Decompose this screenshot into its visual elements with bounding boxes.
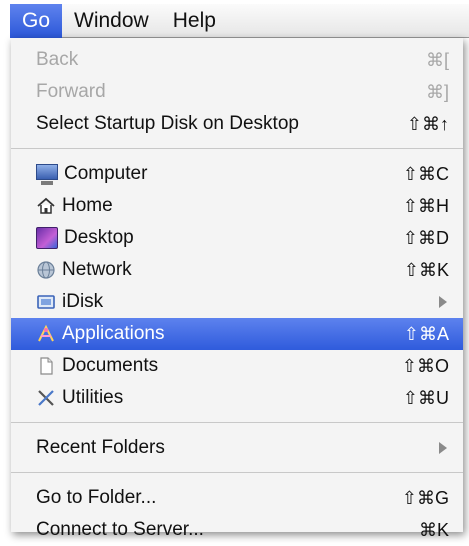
menu-item-back[interactable]: Back ⌘[ <box>11 44 463 76</box>
menu-item-applications[interactable]: Applications ⇧⌘A <box>11 318 463 350</box>
menu-item-shortcut: ⌘K <box>418 519 449 540</box>
menu-item-documents[interactable]: Documents ⇧⌘O <box>11 350 463 382</box>
submenu-arrow-icon <box>439 296 447 308</box>
network-icon <box>36 260 56 280</box>
menu-item-shortcut: ⇧⌘U <box>402 387 449 408</box>
menu-item-label: iDisk <box>62 291 104 312</box>
menu-separator <box>11 414 463 432</box>
menu-item-label: Back <box>36 49 79 70</box>
idisk-icon <box>36 292 56 312</box>
menu-separator <box>11 464 463 482</box>
menu-go[interactable]: Go <box>10 3 63 38</box>
go-menu-dropdown: Back ⌘[ Forward ⌘] Select Startup Disk o… <box>11 38 463 540</box>
menu-item-shortcut: ⇧⌘K <box>403 259 449 280</box>
menu-separator <box>11 140 463 158</box>
menu-item-computer[interactable]: Computer ⇧⌘C <box>11 158 463 190</box>
menu-item-select-startup-disk[interactable]: Select Startup Disk on Desktop ⇧⌘↑ <box>11 108 463 140</box>
menu-item-recent-folders[interactable]: Recent Folders <box>11 432 463 464</box>
menu-item-home[interactable]: Home ⇧⌘H <box>11 190 463 222</box>
menu-item-shortcut: ⇧⌘↑ <box>406 113 449 134</box>
menu-help[interactable]: Help <box>161 4 228 38</box>
computer-icon <box>36 164 58 185</box>
menu-item-label: Applications <box>62 323 165 344</box>
menu-item-network[interactable]: Network ⇧⌘K <box>11 254 463 286</box>
menu-item-label: Forward <box>36 81 106 102</box>
utilities-icon <box>36 388 56 408</box>
home-icon <box>36 196 56 216</box>
menu-item-label: Recent Folders <box>36 437 165 458</box>
menu-item-shortcut: ⇧⌘O <box>401 355 449 376</box>
menu-item-shortcut: ⇧⌘H <box>402 195 449 216</box>
menu-item-idisk[interactable]: iDisk <box>11 286 463 318</box>
menu-item-shortcut: ⇧⌘D <box>402 227 449 248</box>
menu-item-utilities[interactable]: Utilities ⇧⌘U <box>11 382 463 414</box>
menu-item-shortcut: ⌘] <box>425 81 449 102</box>
menu-item-desktop[interactable]: Desktop ⇧⌘D <box>11 222 463 254</box>
menu-item-go-to-folder[interactable]: Go to Folder... ⇧⌘G <box>11 482 463 514</box>
menu-item-label: Go to Folder... <box>36 487 157 508</box>
menu-item-label: Select Startup Disk on Desktop <box>36 113 299 134</box>
menu-item-shortcut: ⇧⌘G <box>401 487 449 508</box>
menu-item-forward[interactable]: Forward ⌘] <box>11 76 463 108</box>
menu-item-connect-to-server[interactable]: Connect to Server... ⌘K <box>11 514 463 546</box>
applications-icon <box>36 324 56 344</box>
menu-window[interactable]: Window <box>62 4 161 38</box>
documents-icon <box>36 356 56 376</box>
menu-item-label: Network <box>62 259 132 280</box>
submenu-arrow-icon <box>439 442 447 454</box>
menu-bar: Go Window Help <box>10 3 469 38</box>
menu-item-shortcut: ⌘[ <box>425 49 449 70</box>
menu-item-shortcut: ⇧⌘C <box>402 163 449 184</box>
menu-item-shortcut: ⇧⌘A <box>403 323 449 344</box>
desktop-icon <box>36 227 58 249</box>
menu-item-label: Connect to Server... <box>36 519 204 540</box>
